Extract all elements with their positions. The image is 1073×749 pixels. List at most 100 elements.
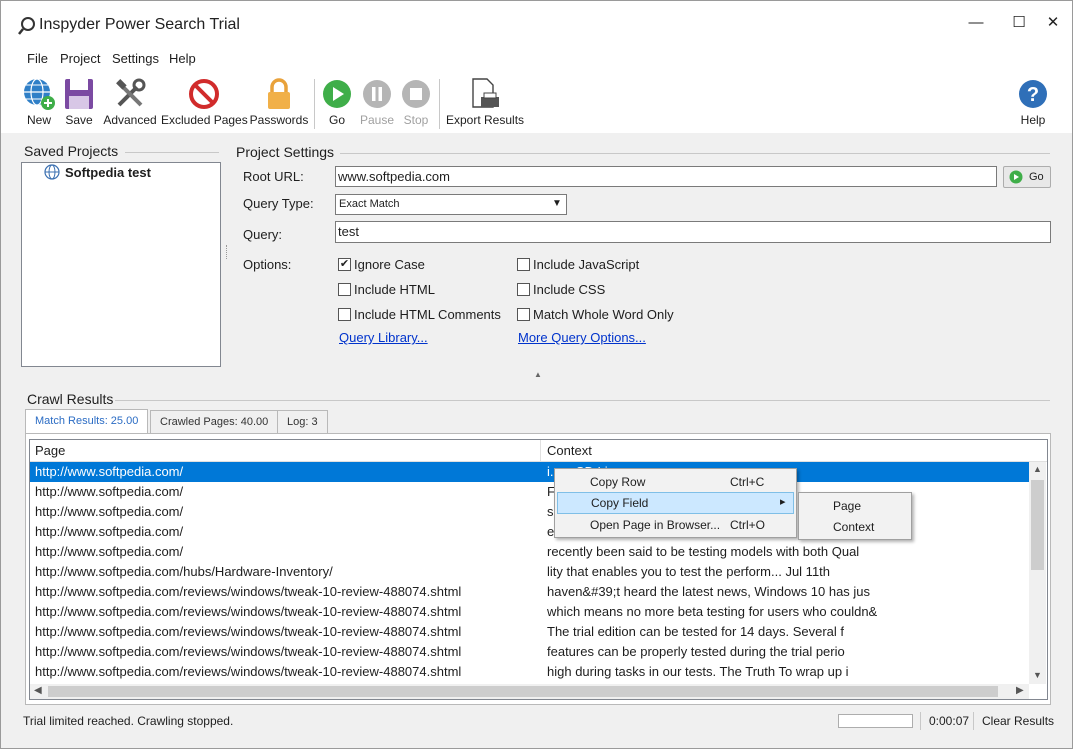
submenu-item-context[interactable]: Context <box>801 516 909 538</box>
table-row[interactable]: http://www.softpedia.com/reviews/windows… <box>30 622 1029 642</box>
new-label: New <box>26 113 51 127</box>
cell-context: The trial edition can be tested for 14 d… <box>547 624 845 639</box>
table-row[interactable]: http://www.softpedia.com/reviews/windows… <box>30 602 1029 622</box>
cell-page: http://www.softpedia.com/reviews/windows… <box>35 644 462 659</box>
tab-match-results[interactable]: Match Results: 25.00 <box>25 409 149 434</box>
collapse-arrow-icon[interactable]: ▲ <box>534 370 542 379</box>
minimize-button[interactable]: — <box>961 9 991 37</box>
excluded-pages-button[interactable]: Excluded Pages <box>161 77 248 127</box>
menu-project[interactable]: Project <box>60 51 100 66</box>
title-bar: Inspyder Power Search Trial — ☐ ✕ <box>1 1 1072 45</box>
query-type-label: Query Type: <box>243 196 314 211</box>
horizontal-scrollbar[interactable]: ◀ ▶ <box>30 684 1029 699</box>
scroll-up-icon[interactable]: ▲ <box>1033 464 1042 474</box>
scroll-right-icon[interactable]: ▶ <box>1016 685 1024 696</box>
cell-page: http://www.softpedia.com/ <box>35 504 184 519</box>
close-button[interactable]: ✕ <box>1038 9 1068 37</box>
table-row[interactable]: http://www.softpedia.com/reviews/windows… <box>30 662 1029 682</box>
submenu-item-page[interactable]: Page <box>801 495 909 517</box>
splitter-handle[interactable] <box>226 245 228 259</box>
toolbar-separator <box>439 79 440 129</box>
ignore-case-checkbox[interactable]: ✔ <box>338 258 351 271</box>
query-type-select[interactable]: Exact Match ▼ <box>335 194 567 215</box>
advanced-label: Advanced <box>103 113 157 127</box>
include-javascript-checkbox[interactable] <box>517 258 530 271</box>
menu-item-label: Open Page in Browser... <box>590 518 721 532</box>
column-header-page[interactable]: Page <box>35 443 65 458</box>
root-url-label: Root URL: <box>243 169 304 184</box>
menu-item-open-in-browser[interactable]: Open Page in Browser... Ctrl+O <box>557 514 794 536</box>
pause-label: Pause <box>359 113 395 127</box>
menu-file[interactable]: File <box>27 51 48 66</box>
cell-page: http://www.softpedia.com/reviews/windows… <box>35 624 462 639</box>
maximize-button[interactable]: ☐ <box>1004 9 1034 37</box>
table-row[interactable]: http://www.softpedia.com/hubs/Hardware-I… <box>30 562 1029 582</box>
window-title: Inspyder Power Search Trial <box>39 16 240 33</box>
more-query-options-link[interactable]: More Query Options... <box>518 330 646 345</box>
include-html-checkbox[interactable] <box>338 283 351 296</box>
include-css-checkbox[interactable] <box>517 283 530 296</box>
help-button[interactable]: ? Help <box>1015 77 1051 127</box>
chevron-right-icon: ▸ <box>780 496 786 508</box>
clear-results-button[interactable]: Clear Results <box>982 714 1054 728</box>
saved-projects-heading: Saved Projects <box>24 143 119 159</box>
root-url-input[interactable]: www.softpedia.com <box>335 166 997 187</box>
menu-help[interactable]: Help <box>169 51 196 66</box>
query-library-link[interactable]: Query Library... <box>339 330 428 345</box>
save-label: Save <box>65 113 93 127</box>
scroll-thumb[interactable] <box>1031 480 1044 570</box>
chevron-down-icon: ▼ <box>552 198 562 209</box>
cell-context: features can be properly tested during t… <box>547 644 845 659</box>
advanced-button[interactable]: Advanced <box>101 77 159 127</box>
table-row[interactable]: http://www.softpedia.com/recently been s… <box>30 542 1029 562</box>
go-button[interactable]: Go <box>321 77 353 127</box>
scroll-down-icon[interactable]: ▼ <box>1033 670 1042 680</box>
cell-context: high during tasks in our tests. The Trut… <box>547 664 849 679</box>
tab-log[interactable]: Log: 3 <box>277 410 328 434</box>
divider <box>125 152 219 153</box>
tab-crawled-pages[interactable]: Crawled Pages: 40.00 <box>150 410 279 434</box>
match-whole-word-checkbox[interactable] <box>517 308 530 321</box>
magnifier-logo-icon <box>18 17 35 35</box>
cell-page: http://www.softpedia.com/reviews/windows… <box>35 664 462 679</box>
context-menu: Copy Row Ctrl+C Copy Field ▸ Open Page i… <box>554 468 797 538</box>
svg-text:?: ? <box>1027 84 1039 106</box>
cell-page: http://www.softpedia.com/hubs/Hardware-I… <box>35 564 333 579</box>
menu-item-copy-row[interactable]: Copy Row Ctrl+C <box>557 471 794 493</box>
root-url-go-button[interactable]: Go <box>1003 166 1051 188</box>
passwords-button[interactable]: Passwords <box>249 77 309 127</box>
divider <box>115 400 1050 401</box>
project-item-softpedia-test[interactable]: Softpedia test <box>65 165 151 180</box>
scroll-thumb[interactable] <box>48 686 998 697</box>
column-header-context[interactable]: Context <box>547 443 592 458</box>
query-input[interactable]: test <box>335 221 1051 243</box>
menu-item-shortcut: Ctrl+C <box>730 475 765 489</box>
go-label: Go <box>328 113 345 127</box>
new-button[interactable]: New <box>21 77 57 127</box>
globe-plus-icon <box>24 78 55 110</box>
export-results-button[interactable]: Export Results <box>446 77 524 127</box>
include-html-comments-checkbox[interactable] <box>338 308 351 321</box>
vertical-scrollbar[interactable]: ▲ ▼ <box>1029 462 1046 684</box>
saved-projects-list[interactable]: Softpedia test <box>21 162 221 367</box>
table-row[interactable]: http://www.softpedia.com/reviews/windows… <box>30 642 1029 662</box>
table-row[interactable]: http://www.softpedia.com/i... ...CD Linu… <box>30 462 1029 482</box>
context-submenu: Page Context <box>798 492 912 540</box>
menu-item-copy-field[interactable]: Copy Field ▸ <box>557 492 794 514</box>
pause-icon <box>363 80 391 108</box>
cell-page: http://www.softpedia.com/ <box>35 544 184 559</box>
query-label: Query: <box>243 227 283 242</box>
table-row[interactable]: http://www.softpedia.com/reviews/windows… <box>30 582 1029 602</box>
scroll-left-icon[interactable]: ◀ <box>34 685 42 696</box>
menu-settings[interactable]: Settings <box>112 51 159 66</box>
stop-button[interactable]: Stop <box>400 77 432 127</box>
cell-page: http://www.softpedia.com/reviews/windows… <box>35 584 462 599</box>
pause-button[interactable]: Pause <box>359 77 395 127</box>
results-grid[interactable]: Page Context http://www.softpedia.com/i.… <box>29 439 1048 700</box>
save-button[interactable]: Save <box>63 77 95 127</box>
divider <box>340 153 1050 154</box>
options-label: Options: <box>243 257 292 272</box>
cell-context: recently been said to be testing models … <box>547 544 860 559</box>
include-html-comments-label: Include HTML Comments <box>354 307 501 322</box>
menu-item-label: Copy Row <box>590 475 646 489</box>
